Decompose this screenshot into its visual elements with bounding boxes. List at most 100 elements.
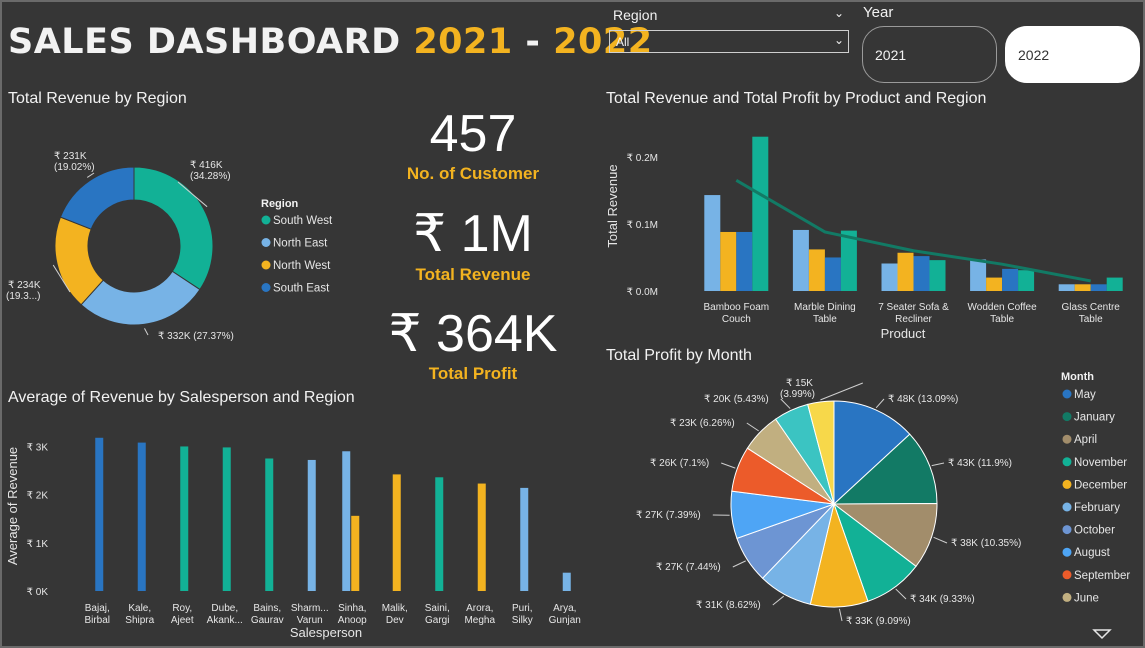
customers-kpi-value: 457 xyxy=(429,105,517,163)
year-button-2021[interactable]: 2021 xyxy=(862,26,997,83)
leader-line xyxy=(780,398,791,409)
product-region-bar-chart[interactable]: ₹ 0.0M ₹ 0.1M ₹ 0.2M Total Revenue Bamboo Fo… xyxy=(600,110,1145,350)
revenue-kpi-label: Total Revenue xyxy=(415,265,531,284)
x-tick-label: Akank... xyxy=(207,615,243,626)
salesperson-bar-chart[interactable]: ₹ 0K ₹ 1K ₹ 2K ₹ 3K Average of Revenue Bajaj,… xyxy=(0,410,600,646)
x-tick-label: Arya, xyxy=(553,603,576,614)
region-slicer-label: Region xyxy=(613,7,658,23)
legend-item: August xyxy=(1074,547,1111,559)
legend-marker xyxy=(1062,412,1072,422)
bar xyxy=(897,252,914,291)
pie-percent-label: (3.99%) xyxy=(780,389,815,400)
bar xyxy=(792,229,809,291)
legend-item: September xyxy=(1074,570,1130,582)
x-tick-label: Saini, xyxy=(425,603,450,614)
legend-item: February xyxy=(1074,502,1120,514)
x-axis-title: Product xyxy=(881,326,926,341)
legend-item: October xyxy=(1074,525,1115,537)
legend-item: North East xyxy=(273,238,328,250)
legend-marker xyxy=(1062,502,1072,512)
bar xyxy=(307,459,316,591)
y-tick-label: ₹ 0.0M xyxy=(627,287,658,298)
legend-marker xyxy=(261,215,271,225)
x-tick-label: Marble Dining xyxy=(794,302,856,313)
legend-title: Month xyxy=(1061,371,1094,383)
legend-marker xyxy=(261,260,271,270)
y-axis-title: Total Revenue xyxy=(605,164,620,247)
legend-marker xyxy=(1062,434,1072,444)
x-tick-label: Malik, xyxy=(382,603,408,614)
profit-kpi-value: ₹ 364K xyxy=(388,305,558,363)
bar xyxy=(736,231,753,291)
legend-item: June xyxy=(1074,592,1099,604)
legend-marker xyxy=(1062,457,1072,467)
x-tick-label: Couch xyxy=(722,314,751,325)
donut-value-label: ₹ 234K xyxy=(8,280,41,291)
revenue-kpi-value: ₹ 1M xyxy=(413,205,533,263)
pie-value-label: ₹ 43K (11.9%) xyxy=(948,458,1012,469)
pie-value-label: ₹ 27K (7.39%) xyxy=(636,510,701,521)
y-axis-title: Average of Revenue xyxy=(5,447,20,565)
leader-line xyxy=(931,462,945,467)
leader-line xyxy=(820,382,863,401)
x-tick-label: Table xyxy=(990,314,1014,325)
y-tick-label: ₹ 3K xyxy=(27,442,49,453)
legend-item: November xyxy=(1074,457,1127,469)
x-tick-label: Gunjan xyxy=(549,615,581,626)
bar xyxy=(704,195,721,291)
bar xyxy=(986,277,1003,291)
bar xyxy=(351,515,360,591)
x-tick-label: Silky xyxy=(512,615,533,626)
x-axis-title: Salesperson xyxy=(290,625,362,640)
revenue-region-donut-chart[interactable]: ₹ 416K(34.28%) ₹ 332K (27.37%) ₹ 234K(19.3… xyxy=(0,110,360,350)
bar xyxy=(222,447,231,591)
leader-line xyxy=(746,422,759,432)
pie-value-label: ₹ 31K (8.62%) xyxy=(696,600,761,611)
bar xyxy=(562,572,571,591)
x-tick-label: Sharm... xyxy=(291,603,329,614)
bar xyxy=(1058,284,1075,291)
month-pie-chart[interactable]: ₹ 48K (13.09%) ₹ 43K (11.9%) ₹ 38K (10.35%… xyxy=(600,366,1145,648)
leader-line xyxy=(838,608,843,622)
x-tick-label: Roy, xyxy=(172,603,192,614)
bar xyxy=(970,259,987,291)
bar xyxy=(881,263,898,291)
x-tick-label: Kale, xyxy=(128,603,151,614)
leader-line xyxy=(933,536,948,544)
bar xyxy=(1074,284,1091,291)
x-tick-label: Bamboo Foam xyxy=(704,302,770,313)
pie-value-label: ₹ 33K (9.09%) xyxy=(846,616,911,627)
leader-line xyxy=(875,398,885,409)
bar xyxy=(1106,277,1123,291)
legend-item: South West xyxy=(273,215,333,227)
region-dropdown[interactable]: All ⌄ xyxy=(609,30,849,53)
pie-value-label: ₹ 48K (13.09%) xyxy=(888,394,958,405)
x-tick-label: Dube, xyxy=(211,603,238,614)
title-year-start: 2021 xyxy=(413,22,513,62)
chevron-down-icon[interactable]: ⌄ xyxy=(834,6,844,20)
pie-value-label: ₹ 20K (5.43%) xyxy=(704,394,769,405)
title-dash: - xyxy=(525,22,541,62)
x-tick-label: Recliner xyxy=(895,314,932,325)
leader-line xyxy=(721,462,736,469)
pie-value-label: ₹ 27K (7.44%) xyxy=(656,562,721,573)
product-chart-title: Total Revenue and Total Profit by Produc… xyxy=(606,90,987,107)
legend-item: January xyxy=(1074,412,1115,424)
donut-value-label: ₹ 332K (27.37%) xyxy=(158,331,234,342)
legend-marker xyxy=(1062,479,1072,489)
y-tick-label: ₹ 0.2M xyxy=(627,153,658,164)
bar xyxy=(95,437,104,591)
leader-line xyxy=(86,172,95,178)
year-button-2022[interactable]: 2022 xyxy=(1005,26,1140,83)
donut-percent-label: (19.3...) xyxy=(6,291,40,302)
x-tick-label: Bajaj, xyxy=(85,603,110,614)
x-tick-label: Shipra xyxy=(125,615,154,626)
y-tick-label: ₹ 0.1M xyxy=(627,220,658,231)
legend-scroll-down-icon[interactable] xyxy=(1092,629,1112,640)
pie-value-label: ₹ 26K (7.1%) xyxy=(650,458,709,469)
chevron-down-icon: ⌄ xyxy=(833,33,844,47)
customers-kpi-label: No. of Customer xyxy=(406,164,540,183)
legend-marker xyxy=(1062,389,1072,399)
leader-line xyxy=(732,560,746,568)
x-tick-label: Table xyxy=(1079,314,1103,325)
